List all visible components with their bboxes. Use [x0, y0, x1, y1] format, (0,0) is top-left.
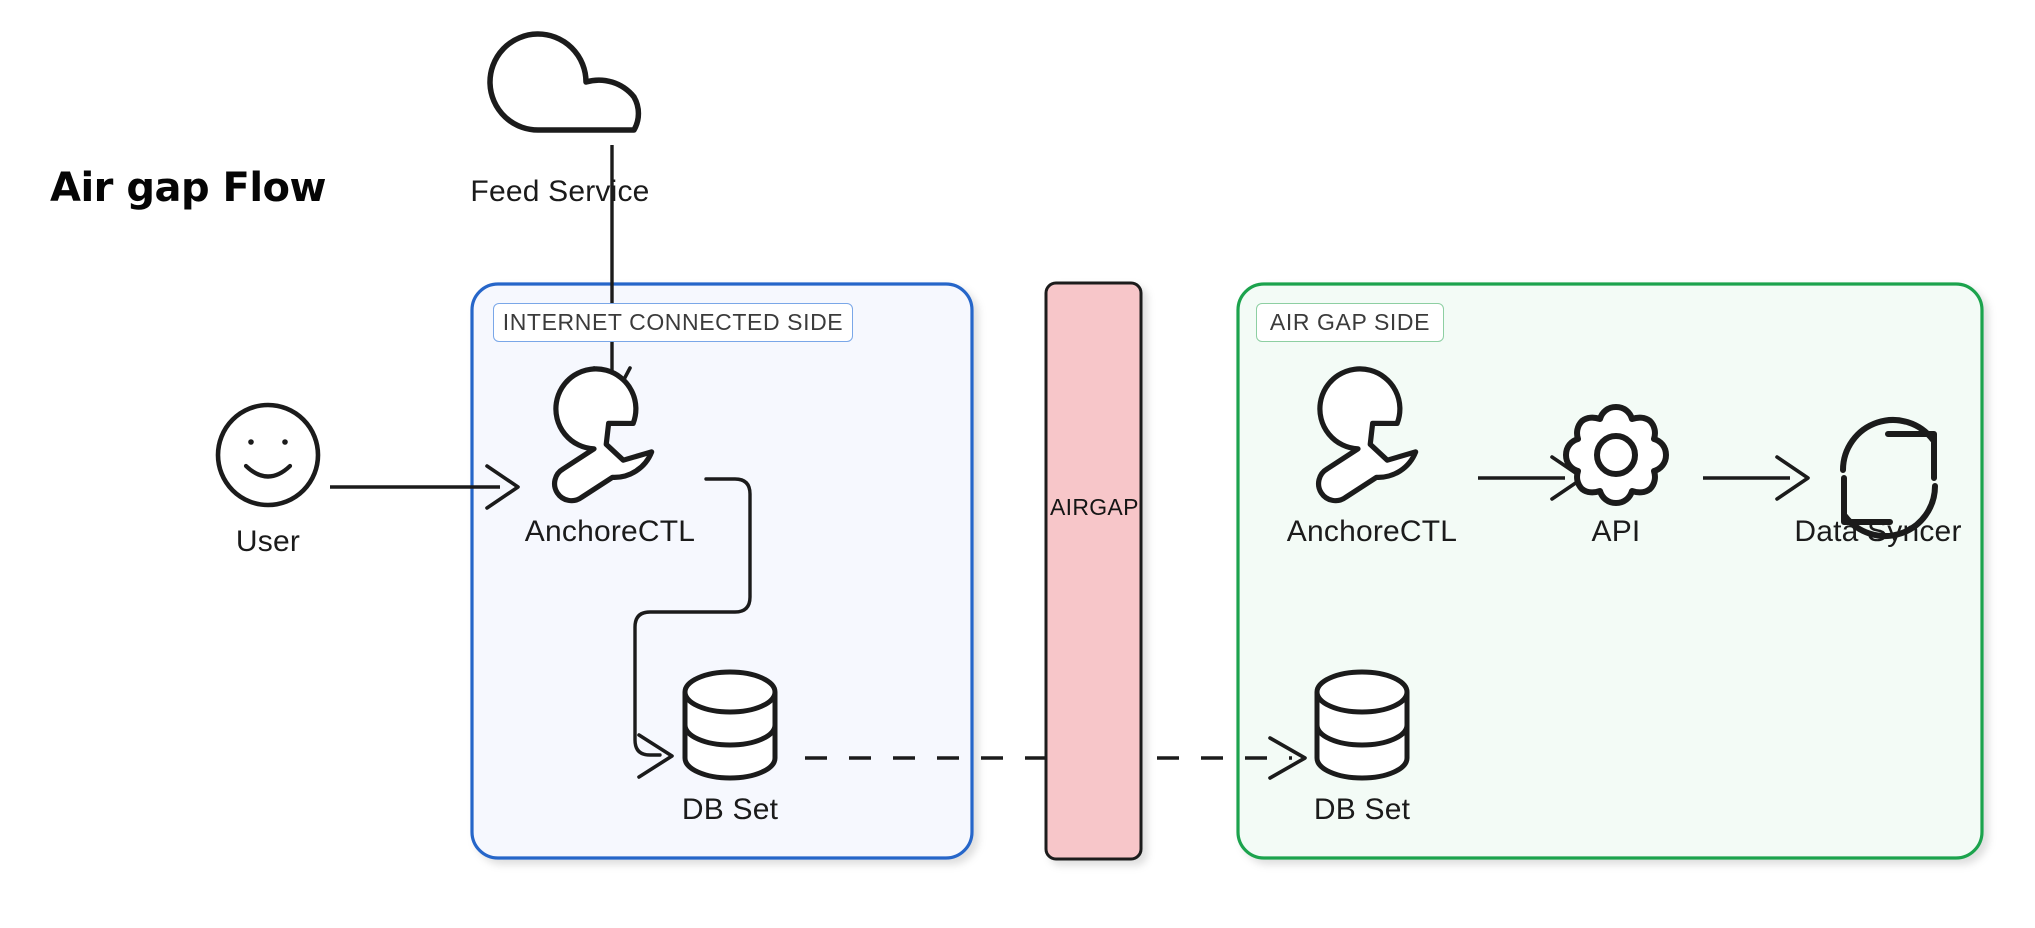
airgap-bar-container[interactable] [1044, 281, 1143, 861]
database-cylinder-icon-left[interactable] [682, 669, 778, 781]
cloud-icon[interactable] [487, 31, 642, 133]
airgap-bar-label: AIRGAP [1050, 494, 1139, 520]
gear-icon[interactable] [1563, 404, 1669, 506]
api-label: API [1591, 515, 1641, 548]
smiley-face-icon[interactable] [215, 402, 321, 508]
user-label: User [235, 525, 301, 558]
page-title: Air gap Flow [50, 165, 326, 211]
db-set-left-label: DB Set [681, 793, 779, 826]
db-set-right-label: DB Set [1313, 793, 1411, 826]
airgap-side-pill[interactable]: AIR GAP SIDE [1256, 303, 1444, 342]
feed-service-label: Feed Service [470, 175, 650, 208]
anchorectl-right-label: AnchoreCTL [1286, 515, 1458, 548]
diagram-svg-layer [215, 31, 1984, 861]
diagram-canvas: Air gap Flow Feed Service User AnchoreCT… [0, 0, 2035, 928]
group-airgap-bar[interactable] [1044, 281, 1143, 861]
internet-side-pill[interactable]: INTERNET CONNECTED SIDE [493, 303, 853, 342]
database-cylinder-icon-right[interactable] [1314, 669, 1410, 781]
anchorectl-left-label: AnchoreCTL [524, 515, 696, 548]
data-syncer-label: Data Syncer [1794, 515, 1962, 548]
